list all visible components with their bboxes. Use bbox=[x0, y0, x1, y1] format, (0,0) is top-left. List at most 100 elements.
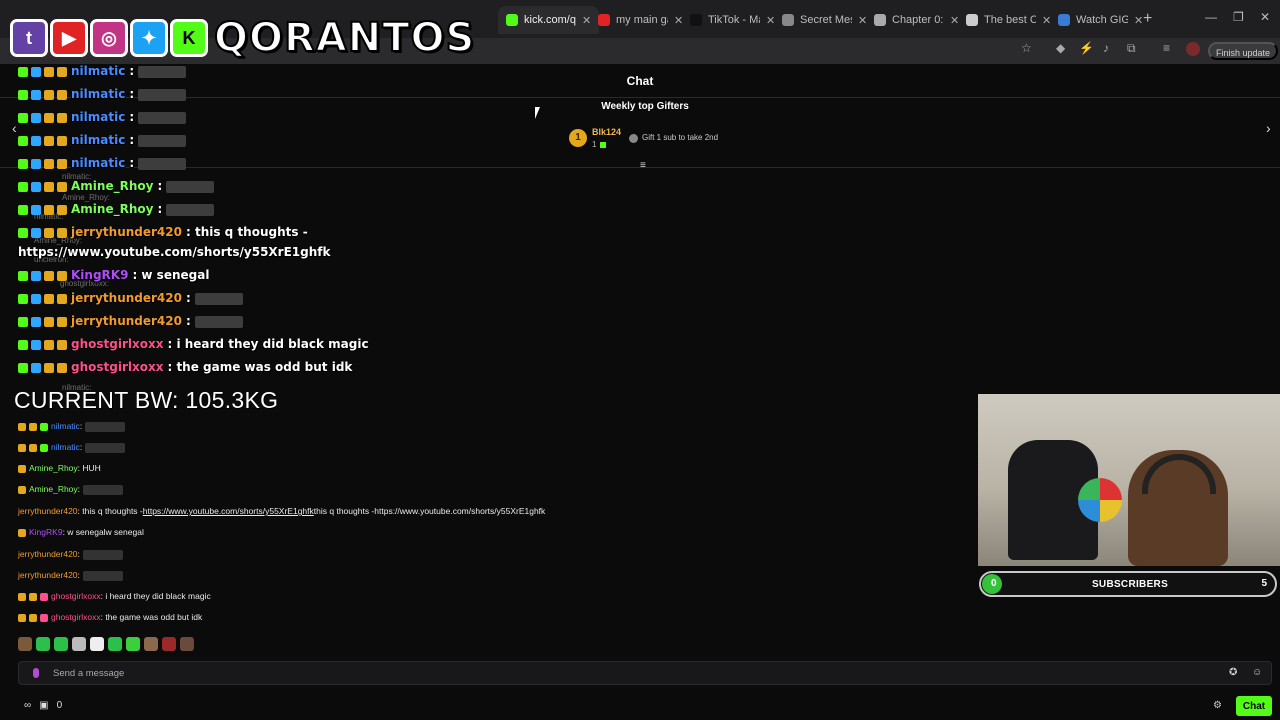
chat-username[interactable]: Amine_Rhoy bbox=[29, 463, 78, 473]
chat-username[interactable]: nilmatic bbox=[71, 87, 125, 101]
emote-icon[interactable] bbox=[36, 637, 50, 651]
emote-icon[interactable] bbox=[180, 637, 194, 651]
emoji-picker-icon[interactable]: ☺ bbox=[1252, 667, 1262, 678]
emote-icon[interactable] bbox=[54, 637, 68, 651]
chat-message-text: : bbox=[77, 549, 80, 559]
badge-icon bbox=[18, 270, 28, 281]
badge-icon bbox=[18, 464, 26, 473]
gift-hint-text[interactable]: Gift 1 sub to take 2nd bbox=[642, 133, 718, 142]
chat-username[interactable]: jerrythunder420 bbox=[18, 549, 78, 559]
chat-username[interactable]: nilmatic bbox=[51, 442, 80, 452]
badge-icon bbox=[44, 66, 54, 77]
badge-icon bbox=[44, 112, 54, 123]
chat-username[interactable]: ghostgirlxoxx bbox=[51, 612, 101, 622]
chat-link[interactable]: https://www.youtube.com/shorts/y55XrE1gh… bbox=[143, 506, 314, 516]
gift-box-icon[interactable]: ▣ bbox=[39, 700, 48, 711]
chat-username[interactable]: nilmatic bbox=[71, 133, 125, 147]
chat-message: ghostgirlxoxx: i heard they did black ma… bbox=[18, 591, 211, 601]
chat-username[interactable]: jerrythunder420 bbox=[71, 291, 182, 305]
chat-username[interactable]: ghostgirlxoxx bbox=[71, 337, 163, 351]
extension-icon[interactable]: ◆ bbox=[1056, 41, 1065, 55]
send-chat-button[interactable]: Chat bbox=[1236, 696, 1272, 716]
badge-icon bbox=[18, 592, 26, 601]
emote-icon[interactable] bbox=[144, 637, 158, 651]
chat-username[interactable]: nilmatic bbox=[71, 156, 125, 170]
emote-icon[interactable] bbox=[90, 637, 104, 651]
close-window-icon[interactable]: ✕ bbox=[1260, 10, 1270, 24]
emote-image bbox=[166, 203, 215, 216]
browser-tab[interactable]: Secret Mess✕ bbox=[774, 6, 875, 34]
chat-username[interactable]: nilmatic bbox=[71, 110, 125, 124]
chat-username[interactable]: jerrythunder420 bbox=[18, 570, 78, 580]
chat-message-text: : bbox=[79, 421, 83, 431]
media-icon[interactable]: ♪ bbox=[1103, 41, 1109, 55]
restore-icon[interactable]: ❐ bbox=[1233, 10, 1244, 24]
viewer-count: 0 bbox=[56, 700, 63, 711]
settings-gear-icon[interactable]: ⚙ bbox=[1213, 700, 1222, 711]
chat-username[interactable]: Amine_Rhoy bbox=[71, 202, 153, 216]
reading-list-icon[interactable]: ≡ bbox=[1163, 41, 1170, 55]
chat-username[interactable]: Amine_Rhoy bbox=[71, 179, 153, 193]
badge-icon bbox=[29, 443, 37, 452]
user-badges bbox=[18, 89, 67, 100]
kick-icon: K bbox=[170, 19, 208, 57]
badge-icon bbox=[57, 181, 67, 192]
ghost-chat-text: Amine_Rhoy: bbox=[62, 193, 111, 202]
chat-username[interactable]: KingRK9 bbox=[71, 268, 128, 282]
emote-icon[interactable] bbox=[18, 637, 32, 651]
tab-close-icon[interactable]: ✕ bbox=[1134, 14, 1143, 27]
browser-tab[interactable]: my main ga ✕ bbox=[590, 6, 691, 34]
chat-username[interactable]: nilmatic bbox=[71, 64, 125, 78]
chat-username[interactable]: jerrythunder420 bbox=[71, 225, 182, 239]
extension-icon[interactable]: ⚡ bbox=[1079, 41, 1094, 55]
puzzle-extensions-icon[interactable]: ⧉ bbox=[1127, 41, 1136, 56]
weekly-top-gifters-title: Weekly top Gifters bbox=[601, 101, 689, 112]
chat-username[interactable]: KingRK9 bbox=[29, 527, 63, 537]
badge-icon bbox=[44, 158, 54, 169]
infinity-points-icon[interactable]: ∞ bbox=[24, 700, 31, 711]
badge-icon bbox=[18, 158, 28, 169]
chat-username[interactable]: ghostgirlxoxx bbox=[71, 360, 163, 374]
microphone-icon[interactable] bbox=[33, 668, 39, 678]
chat-footer: ∞ ▣ 0 bbox=[24, 700, 62, 711]
chevron-left-icon[interactable]: ‹ bbox=[12, 120, 17, 136]
badge-icon bbox=[18, 135, 28, 146]
overlay-chat-message: nilmatic: bbox=[18, 87, 187, 101]
badge-icon bbox=[57, 339, 67, 350]
gift-icon bbox=[600, 142, 606, 148]
chat-username[interactable]: nilmatic bbox=[51, 421, 80, 431]
badge-icon bbox=[18, 422, 26, 431]
top-gifter-name[interactable]: Blk124 bbox=[592, 127, 621, 137]
chat-message-text: : i heard they did black magic bbox=[167, 337, 369, 351]
subscribers-goal-bar: 0 SUBSCRIBERS 5 bbox=[979, 571, 1277, 597]
finish-update-button[interactable]: Finish update bbox=[1208, 42, 1279, 60]
emote-strip bbox=[18, 637, 194, 651]
bookmark-star-icon[interactable]: ☆ bbox=[1021, 41, 1032, 55]
emote-icon[interactable] bbox=[108, 637, 122, 651]
chat-username[interactable]: ghostgirlxoxx bbox=[51, 591, 101, 601]
minimize-icon[interactable]: — bbox=[1205, 10, 1217, 24]
emote-icon[interactable] bbox=[126, 637, 140, 651]
browser-tab[interactable]: TikTok - Mal✕ bbox=[682, 6, 783, 34]
emote-icon[interactable] bbox=[72, 637, 86, 651]
collapse-gifters-icon[interactable]: ≡ bbox=[640, 160, 646, 171]
chat-username[interactable]: Amine_Rhoy bbox=[29, 484, 78, 494]
profile-avatar[interactable] bbox=[1186, 42, 1200, 56]
chat-message-input[interactable] bbox=[53, 665, 1203, 681]
browser-tab[interactable]: Watch GIGA ✕ bbox=[1050, 6, 1151, 34]
chat-message: KingRK9: w senegalw senegal bbox=[18, 527, 144, 537]
browser-tab[interactable]: Chapter 0: F✕ bbox=[866, 6, 967, 34]
badge-icon bbox=[31, 227, 41, 238]
chat-username[interactable]: jerrythunder420 bbox=[18, 506, 78, 516]
emote-icon[interactable] bbox=[162, 637, 176, 651]
new-tab-icon[interactable]: + bbox=[1143, 10, 1152, 28]
kick-emote-icon[interactable]: ✪ bbox=[1229, 667, 1237, 678]
chat-message-text: : bbox=[157, 179, 163, 193]
browser-tab[interactable]: The best Ch✕ bbox=[958, 6, 1059, 34]
chat-username[interactable]: jerrythunder420 bbox=[71, 314, 182, 328]
browser-tab[interactable]: kick.com/qo✕ bbox=[498, 6, 600, 34]
emote-image bbox=[166, 180, 215, 193]
emote-image bbox=[138, 134, 187, 147]
chat-message-text: : w senegalw senegal bbox=[62, 527, 144, 537]
chevron-right-icon[interactable]: › bbox=[1266, 120, 1271, 136]
